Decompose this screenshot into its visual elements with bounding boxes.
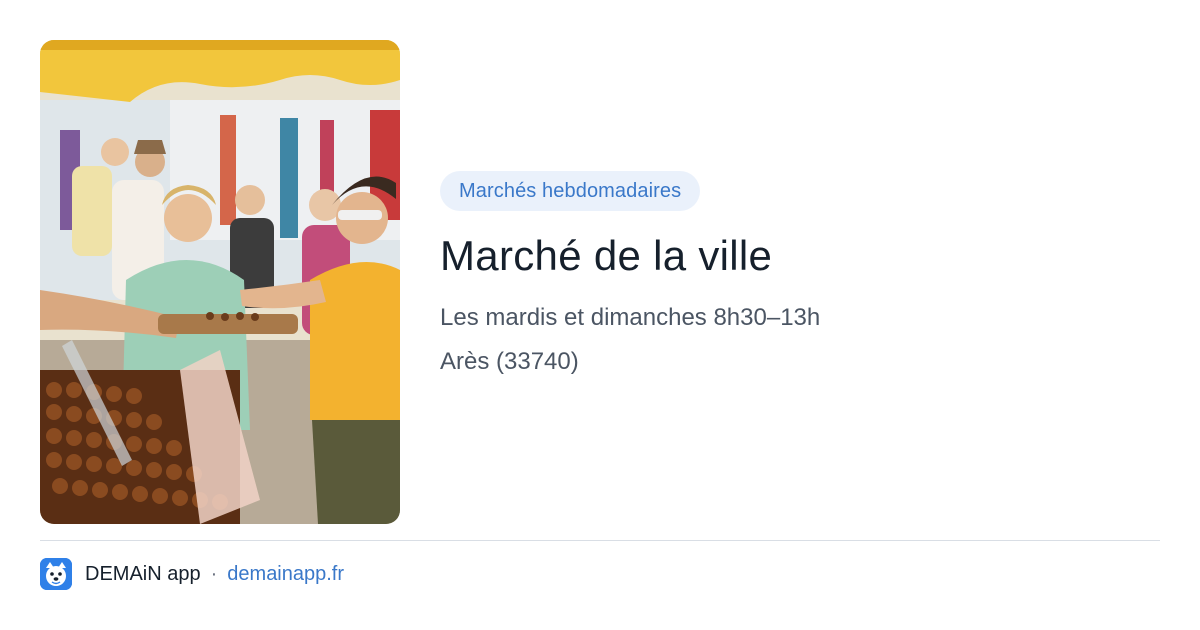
event-location: Arès (33740) bbox=[440, 348, 579, 375]
event-details: Marchés hebdomadaires Marché de la ville… bbox=[440, 171, 1160, 377]
app-name: DEMAiN app bbox=[85, 562, 201, 585]
footer-divider bbox=[40, 540, 1160, 541]
market-photo bbox=[40, 40, 400, 524]
footer-separator: · bbox=[210, 562, 218, 585]
footer: DEMAiN app · demainapp.fr bbox=[40, 558, 344, 590]
website-link[interactable]: demainapp.fr bbox=[227, 563, 344, 586]
event-schedule: Les mardis et dimanches 8h30–13h bbox=[440, 304, 821, 331]
event-title[interactable]: Marché de la ville bbox=[440, 231, 1160, 281]
dog-face-icon[interactable] bbox=[40, 558, 72, 590]
category-badge[interactable]: Marchés hebdomadaires bbox=[440, 171, 701, 211]
